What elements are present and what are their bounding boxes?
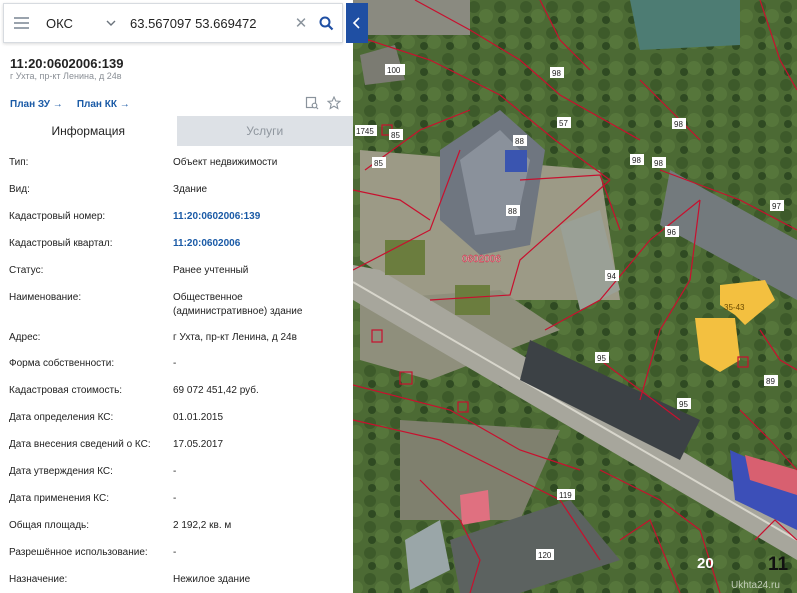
map-quarter-20: 20 [697, 555, 714, 572]
chevron-left-icon [352, 17, 360, 29]
detail-label: Дата утверждения КС: [9, 466, 113, 477]
map-label-96: 96 [667, 228, 676, 237]
search-bar: ОКС ✕ [3, 3, 343, 43]
map-label-89: 89 [766, 377, 775, 386]
detail-value-link[interactable]: 11:20:0602006 [173, 237, 348, 251]
map-label-98d: 98 [654, 159, 663, 168]
search-input[interactable] [122, 4, 290, 42]
map-quarter-11: 11 [768, 554, 789, 575]
map-label-1745: 1745 [356, 127, 374, 136]
detail-label: Разрешённое использование: [9, 547, 148, 558]
tab-information[interactable]: Информация [0, 116, 177, 146]
star-icon[interactable] [326, 95, 342, 110]
tool-icons [305, 95, 342, 110]
detail-value: Здание [173, 184, 208, 195]
detail-label: Дата внесения сведений о КС: [9, 439, 151, 450]
plan-links: План ЗУ → План КК → [10, 99, 130, 110]
plan-zu-link[interactable]: План ЗУ → [10, 99, 63, 110]
map-label-88b: 88 [508, 207, 517, 216]
map-label-85b: 85 [374, 159, 383, 168]
detail-label: Форма собственности: [9, 358, 115, 369]
info-panel: ОКС ✕ 11:20:0602006:139 г Ухта, пр-кт Ле… [0, 0, 353, 593]
detail-value: - [173, 358, 177, 369]
detail-value: Нежилое здание [173, 574, 251, 585]
map-label-95a: 95 [597, 354, 606, 363]
layer-select[interactable]: ОКС [38, 4, 122, 42]
detail-label: Дата применения КС: [9, 493, 110, 504]
search-icon [319, 16, 333, 30]
map-label-100: 100 [387, 66, 401, 75]
detail-label: Адрес: [9, 332, 41, 343]
detail-value: Общественное (административное) здание [173, 292, 303, 317]
detail-label: Кадастровая стоимость: [9, 385, 123, 396]
detail-value: - [173, 547, 177, 558]
detail-value: - [173, 493, 177, 504]
map-label-98: 98 [552, 69, 561, 78]
map-label-57: 57 [559, 119, 568, 128]
detail-label: Наименование: [9, 292, 82, 303]
detail-value: г Ухта, пр-кт Ленина, д 24в [173, 332, 297, 343]
detail-value: Объект недвижимости [173, 157, 278, 168]
watermark: Ukhta24.ru [731, 580, 780, 591]
tab-bar: Информация Услуги [0, 116, 353, 146]
search-button[interactable] [312, 4, 340, 42]
detail-label: Статус: [9, 265, 44, 276]
map-label-120: 120 [538, 551, 552, 560]
map-label-88a: 88 [515, 137, 524, 146]
tab-services[interactable]: Услуги [176, 116, 353, 146]
detail-label: Общая площадь: [9, 520, 90, 531]
map-label-98b: 98 [674, 120, 683, 129]
close-icon[interactable]: ✕ [290, 4, 312, 42]
object-address: г Ухта, пр-кт Ленина, д 24в [10, 71, 122, 81]
map-label-94: 94 [607, 272, 616, 281]
map-label-119: 119 [559, 491, 572, 500]
detail-label: Тип: [9, 157, 29, 168]
detail-value: - [173, 466, 177, 477]
plan-kk-link[interactable]: План КК → [77, 99, 130, 110]
detail-label: Дата определения КС: [9, 412, 114, 423]
hamburger-icon[interactable] [4, 4, 38, 42]
detail-value: 01.01.2015 [173, 412, 224, 423]
detail-value: 2 192,2 кв. м [173, 520, 232, 531]
detail-label: Назначение: [9, 574, 68, 585]
chevron-down-icon [106, 20, 116, 26]
map-label-95b: 95 [679, 400, 688, 409]
detail-value: 17.05.2017 [173, 439, 224, 450]
print-icon[interactable] [305, 96, 319, 110]
collapse-panel-button[interactable] [346, 3, 368, 43]
map-label-85a: 85 [391, 131, 400, 140]
detail-value: Ранее учтенный [173, 265, 249, 276]
object-number: 11:20:0602006:139 [10, 56, 124, 71]
map-label-35-43: 35-43 [724, 303, 745, 312]
detail-label: Вид: [9, 184, 30, 195]
detail-value: 69 072 451,42 руб. [173, 385, 259, 396]
map-label-98c: 98 [632, 156, 641, 165]
map-label-97: 97 [772, 202, 781, 211]
layer-select-value: ОКС [46, 15, 73, 31]
detail-label: Кадастровый номер: [9, 211, 106, 222]
detail-value-link[interactable]: 11:20:0602006:139 [173, 210, 348, 224]
detail-label: Кадастровый квартал: [9, 238, 113, 249]
map-quarter-label: 0602006 [462, 254, 501, 265]
